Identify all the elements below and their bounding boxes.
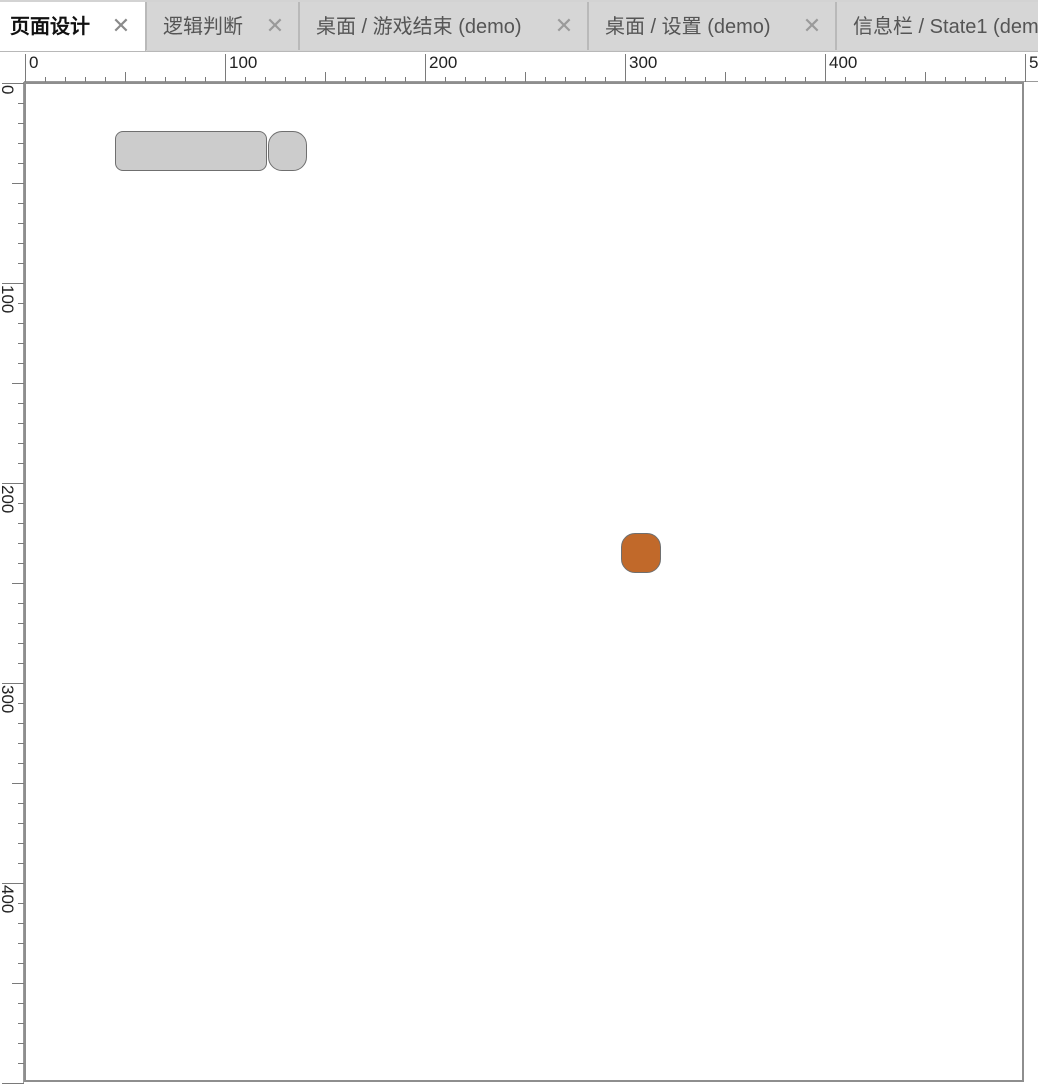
tab-label: 逻辑判断 xyxy=(163,16,243,38)
ruler-label: 400 xyxy=(0,885,17,913)
tab-logic[interactable]: 逻辑判断 ✕ xyxy=(146,2,299,50)
ruler-label: 100 xyxy=(229,53,257,72)
close-icon[interactable]: ✕ xyxy=(265,14,285,38)
ruler-label: 400 xyxy=(829,53,857,72)
tab-label: 桌面 / 设置 (demo) xyxy=(605,16,771,38)
tab-label: 桌面 / 游戏结束 (demo) xyxy=(316,16,522,38)
ruler-label: 500 xyxy=(1029,53,1038,72)
ruler-label: 200 xyxy=(429,53,457,72)
ruler-label: 0 xyxy=(0,85,17,94)
close-icon[interactable]: ✕ xyxy=(111,14,131,38)
tab-infobar-state1[interactable]: 信息栏 / State1 (demo) xyxy=(836,2,1038,50)
tab-label: 页面设计 xyxy=(10,16,90,38)
tab-desktop-settings[interactable]: 桌面 / 设置 (demo) ✕ xyxy=(588,2,836,50)
tab-bar: 页面设计 ✕ 逻辑判断 ✕ 桌面 / 游戏结束 (demo) ✕ 桌面 / 设置… xyxy=(0,0,1038,52)
paddle-knob-shape[interactable] xyxy=(268,131,307,171)
ball-shape[interactable] xyxy=(621,533,661,573)
tab-desktop-game-over[interactable]: 桌面 / 游戏结束 (demo) ✕ xyxy=(299,2,588,50)
design-canvas[interactable] xyxy=(24,82,1024,1082)
vertical-ruler[interactable]: 0 100 200 300 400 xyxy=(0,82,24,1084)
ruler-label: 300 xyxy=(629,53,657,72)
horizontal-ruler-ticks: 0 100 200 300 400 500 xyxy=(24,53,1038,82)
ruler-label: 100 xyxy=(0,285,17,313)
close-icon[interactable]: ✕ xyxy=(554,14,574,38)
ruler-label: 300 xyxy=(0,685,17,713)
ruler-label: 0 xyxy=(29,53,38,72)
tab-page-design[interactable]: 页面设计 ✕ xyxy=(0,2,146,51)
horizontal-ruler[interactable]: 0 100 200 300 400 500 xyxy=(24,52,1038,82)
ruler-label: 200 xyxy=(0,485,17,513)
ruler-corner xyxy=(0,52,24,82)
vertical-ruler-ticks: 0 100 200 300 400 xyxy=(0,82,24,1084)
close-icon[interactable]: ✕ xyxy=(802,14,822,38)
tab-label: 信息栏 / State1 (demo) xyxy=(853,16,1038,38)
paddle-bar-shape[interactable] xyxy=(115,131,267,171)
